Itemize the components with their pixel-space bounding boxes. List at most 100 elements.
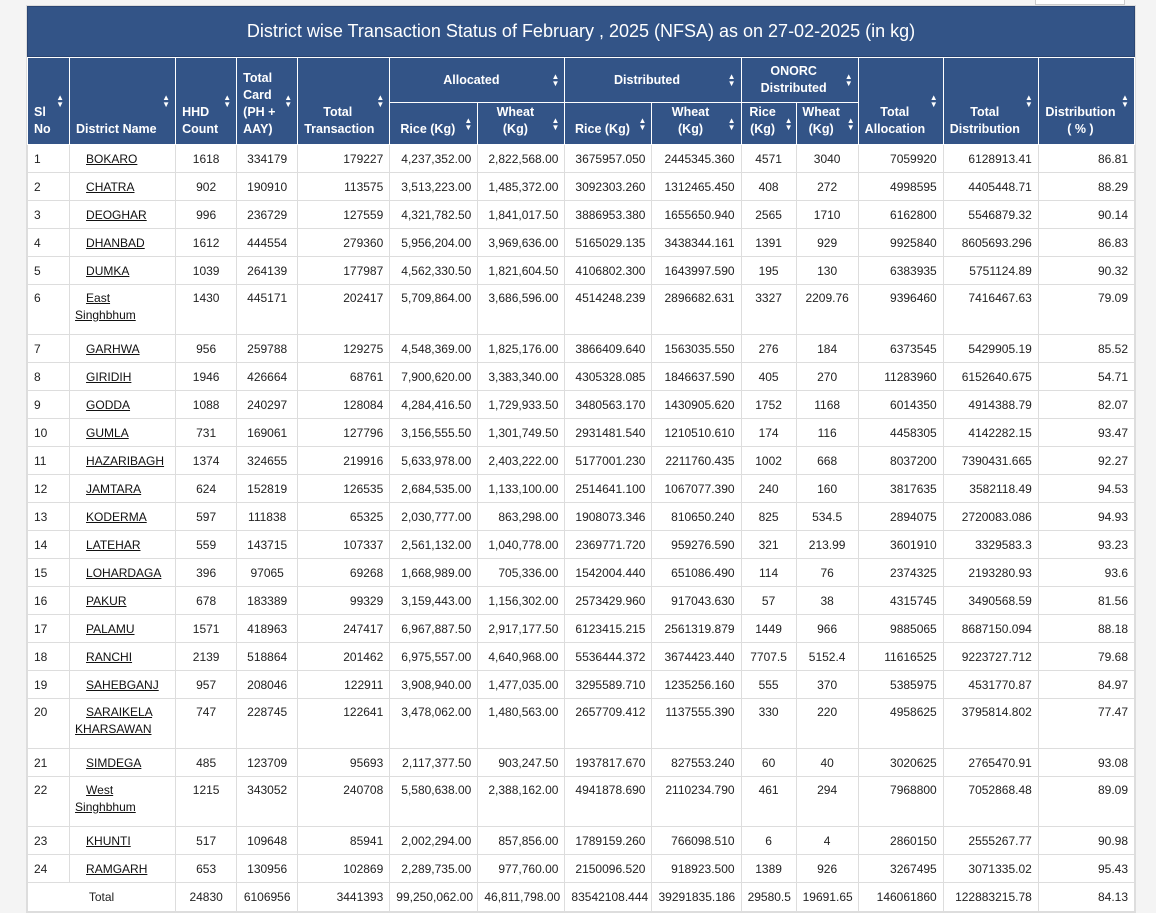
total-hhd-count: 24830 bbox=[175, 882, 238, 912]
cell-distributed-wheat: 1643997.590 bbox=[651, 256, 742, 285]
district-link[interactable]: LOHARDAGA bbox=[86, 566, 161, 580]
district-link[interactable]: PAKUR bbox=[86, 594, 126, 608]
district-link[interactable]: KODERMA bbox=[86, 510, 147, 524]
district-link[interactable]: GUMLA bbox=[86, 426, 129, 440]
district-link[interactable]: GODDA bbox=[86, 398, 130, 412]
sort-icon[interactable]: ▲ ▼ bbox=[284, 94, 292, 109]
col-total-allocation[interactable]: Total Allocation ▲ ▼ bbox=[857, 57, 944, 145]
sort-icon[interactable]: ▲ ▼ bbox=[56, 94, 64, 109]
cell-district-name: KODERMA bbox=[69, 502, 177, 531]
cell-distributed-wheat: 810650.240 bbox=[651, 502, 742, 531]
sort-icon[interactable]: ▲ ▼ bbox=[847, 116, 855, 131]
cell-hhd-count: 597 bbox=[175, 502, 238, 531]
cell-sl-no: 4 bbox=[26, 228, 71, 257]
sort-icon[interactable]: ▲ ▼ bbox=[551, 73, 559, 88]
cell-allocated-wheat: 3,383,340.00 bbox=[477, 362, 566, 391]
cell-onorc-rice: 7707.5 bbox=[740, 642, 797, 671]
cell-hhd-count: 1374 bbox=[175, 446, 238, 475]
cell-distribution-pct: 93.23 bbox=[1037, 530, 1136, 559]
sort-icon[interactable]: ▲ ▼ bbox=[728, 73, 736, 88]
cell-allocated-wheat: 1,156,302.00 bbox=[477, 586, 566, 615]
cell-total-transaction: 68761 bbox=[297, 362, 391, 391]
district-link[interactable]: PALAMU bbox=[86, 622, 134, 636]
cell-total-distribution: 7416467.63 bbox=[942, 284, 1039, 335]
col-group-onorc[interactable]: ONORC Distributed ▲ ▼ bbox=[740, 57, 859, 103]
col-onorc-rice[interactable]: Rice (Kg) ▲ ▼ bbox=[740, 102, 797, 145]
sort-icon[interactable]: ▲ ▼ bbox=[223, 94, 231, 109]
col-distributed-rice[interactable]: Rice (Kg) ▲ ▼ bbox=[564, 102, 653, 145]
district-link[interactable]: JAMTARA bbox=[86, 482, 141, 496]
cell-total-distribution: 3490568.59 bbox=[942, 586, 1039, 615]
cell-total-distribution: 5751124.89 bbox=[942, 256, 1039, 285]
cell-distribution-pct: 79.68 bbox=[1037, 642, 1136, 671]
district-link[interactable]: GIRIDIH bbox=[86, 370, 131, 384]
cell-district-name: LOHARDAGA bbox=[69, 558, 177, 587]
col-district-name[interactable]: District Name ▲ ▼ bbox=[69, 57, 177, 145]
district-link[interactable]: West Singhbhum bbox=[75, 783, 136, 814]
col-sl-no[interactable]: Sl No ▲ ▼ bbox=[26, 57, 71, 145]
col-distributed-wheat[interactable]: Wheat (Kg) ▲ ▼ bbox=[651, 102, 742, 145]
cell-allocated-rice: 5,956,204.00 bbox=[389, 228, 479, 257]
cell-hhd-count: 559 bbox=[175, 530, 238, 559]
district-link[interactable]: DUMKA bbox=[86, 264, 129, 278]
cell-onorc-rice: 114 bbox=[740, 558, 797, 587]
district-link[interactable]: SAHEBGANJ bbox=[86, 678, 159, 692]
cell-distributed-rice: 3866409.640 bbox=[564, 334, 653, 363]
sort-icon[interactable]: ▲ ▼ bbox=[162, 94, 170, 109]
sort-icon[interactable]: ▲ ▼ bbox=[785, 116, 793, 131]
cell-total-card: 236729 bbox=[236, 200, 299, 229]
district-link[interactable]: RAMGARH bbox=[86, 862, 147, 876]
cell-district-name: West Singhbhum bbox=[69, 776, 177, 827]
cell-hhd-count: 1612 bbox=[175, 228, 238, 257]
col-total-card[interactable]: Total Card (PH + AAY) ▲ ▼ bbox=[236, 57, 299, 145]
col-distribution-pct[interactable]: Distribution ( % ) ▲ ▼ bbox=[1037, 57, 1136, 145]
cell-total-distribution: 2765470.91 bbox=[942, 748, 1039, 777]
sort-icon[interactable]: ▲ ▼ bbox=[1121, 94, 1129, 109]
col-total-distribution[interactable]: Total Distribution ▲ ▼ bbox=[942, 57, 1039, 145]
col-onorc-wheat[interactable]: Wheat (Kg) ▲ ▼ bbox=[795, 102, 859, 145]
cell-onorc-wheat: 130 bbox=[795, 256, 859, 285]
cell-distributed-wheat: 827553.240 bbox=[651, 748, 742, 777]
cell-sl-no: 19 bbox=[26, 670, 71, 699]
cell-total-allocation: 6383935 bbox=[857, 256, 944, 285]
sort-icon[interactable]: ▲ ▼ bbox=[376, 94, 384, 109]
district-link[interactable]: BOKARO bbox=[86, 152, 137, 166]
col-allocated-wheat[interactable]: Wheat (Kg) ▲ ▼ bbox=[477, 102, 566, 145]
sort-icon[interactable]: ▲ ▼ bbox=[464, 116, 472, 131]
district-link[interactable]: SARAIKELA KHARSAWAN bbox=[75, 705, 152, 736]
cell-total-allocation: 7059920 bbox=[857, 144, 944, 173]
sort-icon[interactable]: ▲ ▼ bbox=[551, 116, 559, 131]
cell-allocated-wheat: 1,133,100.00 bbox=[477, 474, 566, 503]
col-group-allocated[interactable]: Allocated ▲ ▼ bbox=[389, 57, 566, 103]
sort-icon[interactable]: ▲ ▼ bbox=[638, 116, 647, 131]
cell-onorc-wheat: 2209.76 bbox=[795, 284, 859, 335]
cell-hhd-count: 2139 bbox=[175, 642, 238, 671]
district-link[interactable]: RANCHI bbox=[86, 650, 132, 664]
district-link[interactable]: GARHWA bbox=[86, 342, 140, 356]
sort-icon[interactable]: ▲ ▼ bbox=[845, 73, 853, 88]
district-link[interactable]: East Singhbhum bbox=[75, 291, 136, 322]
cell-distributed-rice: 5177001.230 bbox=[564, 446, 653, 475]
col-hhd-count[interactable]: HHD Count ▲ ▼ bbox=[175, 57, 238, 145]
district-link[interactable]: CHATRA bbox=[86, 180, 134, 194]
col-group-distributed[interactable]: Distributed ▲ ▼ bbox=[564, 57, 742, 103]
cell-onorc-wheat: 270 bbox=[795, 362, 859, 391]
cell-onorc-rice: 408 bbox=[740, 172, 797, 201]
cell-total-distribution: 3071335.02 bbox=[942, 854, 1039, 883]
col-allocated-rice[interactable]: Rice (Kg) ▲ ▼ bbox=[389, 102, 479, 145]
sort-icon[interactable]: ▲ ▼ bbox=[1025, 94, 1033, 109]
district-link[interactable]: HAZARIBAGH bbox=[86, 454, 164, 468]
cell-onorc-rice: 330 bbox=[740, 698, 797, 749]
sort-icon[interactable]: ▲ ▼ bbox=[930, 94, 938, 109]
district-link[interactable]: SIMDEGA bbox=[86, 756, 141, 770]
district-link[interactable]: DHANBAD bbox=[86, 236, 145, 250]
sort-icon[interactable]: ▲ ▼ bbox=[728, 116, 736, 131]
district-link[interactable]: LATEHAR bbox=[86, 538, 140, 552]
cell-total-transaction: 219916 bbox=[297, 446, 391, 475]
district-link[interactable]: DEOGHAR bbox=[86, 208, 147, 222]
table-row: 10 GUMLA 731 169061 127796 3,156,555.50 1,301,… bbox=[26, 418, 1136, 447]
cell-distribution-pct: 86.81 bbox=[1037, 144, 1136, 173]
district-link[interactable]: KHUNTI bbox=[86, 834, 131, 848]
cell-total-allocation: 3267495 bbox=[857, 854, 944, 883]
col-total-transaction[interactable]: Total Transaction ▲ ▼ bbox=[297, 57, 391, 145]
